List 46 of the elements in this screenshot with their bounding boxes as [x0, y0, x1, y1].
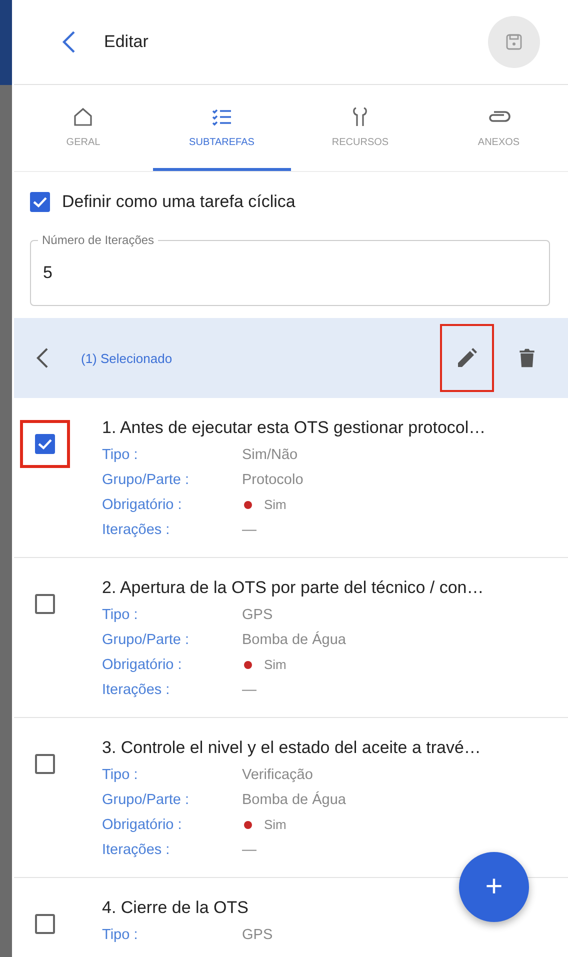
field-label: Grupo/Parte :: [102, 792, 190, 808]
field-value: —: [242, 682, 256, 698]
subtask-title[interactable]: 1. Antes de ejecutar esta OTS gestionar protocol…: [102, 418, 486, 438]
save-button[interactable]: [488, 16, 540, 68]
field-value: GPS: [242, 926, 273, 942]
field-label: Obrigatório :: [102, 496, 183, 512]
subtask-title[interactable]: 2. Apertura de la OTS por parte del técnico / con…: [102, 578, 484, 598]
field-label: Grupo/Parte :: [102, 632, 190, 648]
field-value: Sim/Não: [242, 446, 298, 462]
field-value: —: [242, 842, 256, 858]
field-value: GPS: [242, 606, 273, 622]
back-icon[interactable]: [62, 30, 76, 54]
selection-count: (1) Selecionado: [81, 350, 174, 366]
tab[interactable]: SUBTAREFAS: [152, 85, 291, 171]
field-value: Protocolo: [242, 472, 304, 488]
checkbox[interactable]: [30, 192, 50, 212]
field-value: Sim: [264, 657, 286, 672]
pencil-icon: [455, 346, 479, 370]
field-label: Obrigatório :: [102, 816, 183, 832]
field-label: Grupo/Parte :: [102, 472, 190, 488]
edit-button[interactable]: [440, 324, 494, 392]
field-value: Sim: [264, 497, 286, 512]
field-label: Iterações :: [102, 682, 171, 698]
checkbox-label: Definir como uma tarefa cíclica: [62, 192, 296, 212]
field-label: Tipo :: [102, 926, 139, 942]
field-label: Tipo :: [102, 606, 139, 622]
checkbox[interactable]: [35, 754, 55, 774]
status-dot: [244, 820, 252, 828]
field-label: Iterações :: [102, 842, 171, 858]
checkbox[interactable]: [35, 914, 55, 934]
checkbox[interactable]: [35, 594, 55, 614]
field-value: —: [242, 522, 256, 538]
subtask-title[interactable]: 4. Cierre de la OTS: [102, 898, 273, 918]
field-label: Tipo :: [102, 446, 139, 462]
field-label: Iterações :: [102, 522, 171, 538]
back-icon[interactable]: [36, 347, 49, 369]
checkbox[interactable]: [35, 434, 55, 454]
status-dot: [244, 500, 252, 508]
add-button[interactable]: +: [459, 852, 529, 922]
field-label: Obrigatório :: [102, 656, 183, 672]
field-value: Sim: [264, 817, 286, 832]
field-value: Verificação: [242, 766, 313, 782]
subtask-title[interactable]: 3. Controle el nivel y el estado del aceite a travé…: [102, 738, 481, 758]
status-dot: [244, 660, 252, 668]
page-title: Editar: [104, 32, 150, 52]
field-label: Tipo :: [102, 766, 139, 782]
